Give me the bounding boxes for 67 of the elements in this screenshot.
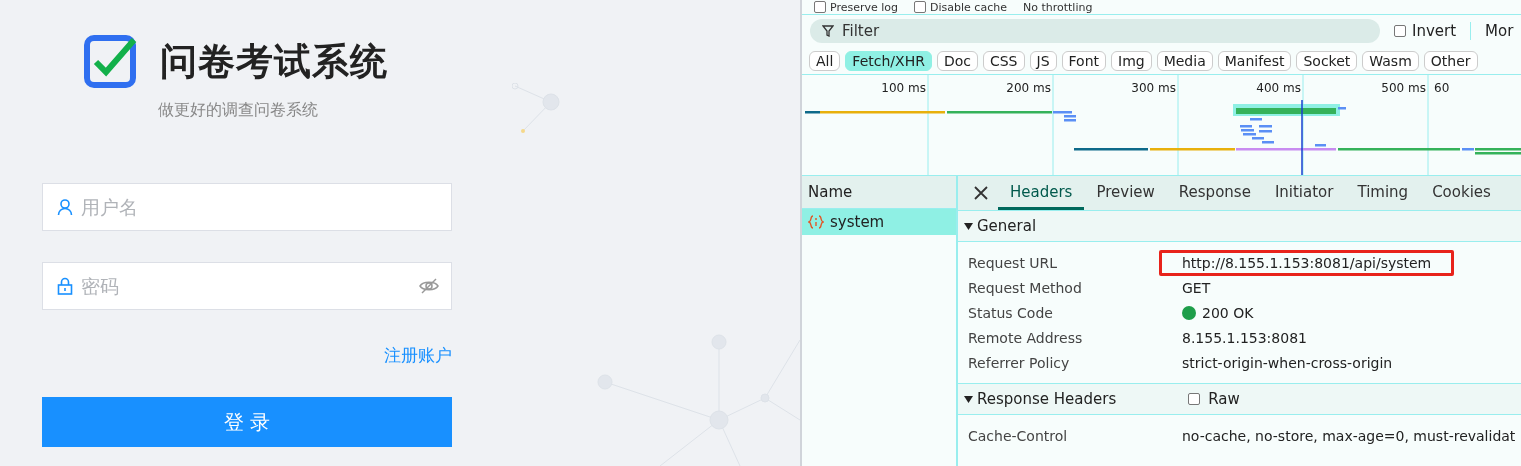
- time-tick-label: 500 ms: [1380, 81, 1427, 95]
- type-filter-chip[interactable]: Doc: [936, 51, 978, 71]
- user-icon: [57, 198, 73, 216]
- password-input[interactable]: 密码: [79, 274, 413, 298]
- header-value: GET: [1182, 279, 1211, 296]
- time-tick-label: 200 ms: [1005, 81, 1052, 95]
- filter-placeholder: Filter: [842, 22, 880, 40]
- filter-field[interactable]: Filter: [810, 19, 1380, 43]
- time-tick-label: 60: [1433, 81, 1451, 95]
- section-title: Response Headers: [977, 390, 1117, 408]
- type-filter-chip[interactable]: Font: [1061, 51, 1106, 71]
- checkbox[interactable]: [1188, 393, 1201, 405]
- header-name: Request URL: [968, 254, 1059, 271]
- network-decoration-drawing: [512, 83, 560, 134]
- app-subtitle: 做更好的调查问卷系统: [158, 100, 319, 121]
- throttling-select[interactable]: No throttling: [1022, 0, 1093, 14]
- time-tick-label: 300 ms: [1130, 81, 1177, 95]
- checkbox[interactable]: [1394, 25, 1406, 37]
- time-tick-label: 400 ms: [1255, 81, 1302, 95]
- lock-icon: [57, 277, 73, 295]
- detail-tab[interactable]: Cookies: [1420, 176, 1503, 210]
- checkbox[interactable]: [914, 1, 927, 13]
- detail-tab[interactable]: Preview: [1084, 176, 1167, 210]
- header-value: http://8.155.1.153:8081/api/system: [1159, 249, 1455, 276]
- request-name: system: [830, 213, 885, 231]
- type-filter-chip[interactable]: All: [809, 51, 841, 71]
- header-value: strict-origin-when-cross-origin: [1182, 354, 1393, 371]
- type-filter-chip[interactable]: Wasm: [1362, 51, 1419, 71]
- type-filter-chip[interactable]: Media: [1156, 51, 1213, 71]
- header-name: Cache-Control: [968, 427, 1069, 444]
- checkbox-label: Invert: [1412, 22, 1457, 40]
- request-row[interactable]: system: [802, 209, 956, 235]
- type-filter-chip[interactable]: Manifest: [1217, 51, 1292, 71]
- password-field[interactable]: 密码: [42, 262, 452, 310]
- type-filter-chip[interactable]: Fetch/XHR: [845, 51, 932, 71]
- header-name: Request Method: [968, 279, 1083, 296]
- header-name: Status Code: [968, 304, 1054, 321]
- detail-tab[interactable]: Initiator: [1262, 176, 1346, 210]
- checkbox-logo-icon: [84, 34, 138, 90]
- header-value: no-cache, no-store, max-age=0, must-revalidat: [1182, 427, 1516, 444]
- header-value: 8.155.1.153:8081: [1182, 329, 1307, 346]
- checkbox-label: Raw: [1208, 390, 1240, 408]
- funnel-icon: [822, 25, 834, 37]
- checkbox-label: Disable cache: [930, 0, 1007, 14]
- detail-tab[interactable]: Response: [1166, 176, 1263, 210]
- app-title: 问卷考试系统: [160, 39, 388, 85]
- time-tick-label: 100 ms: [880, 81, 927, 95]
- type-filter-chip[interactable]: Img: [1111, 51, 1152, 71]
- checkbox-label: Preserve log: [830, 0, 899, 14]
- type-filter-chip[interactable]: Socket: [1296, 51, 1358, 71]
- name-column-header: Name: [802, 176, 956, 209]
- detail-tab[interactable]: Timing: [1345, 176, 1421, 210]
- username-input[interactable]: 用户名: [79, 195, 439, 219]
- braces-icon: [808, 215, 824, 229]
- header-name: Remote Address: [968, 329, 1084, 346]
- header-value: 200 OK: [1182, 304, 1254, 321]
- more-filters-button[interactable]: Mor: [1485, 22, 1514, 40]
- username-field[interactable]: 用户名: [42, 183, 452, 231]
- header-name: Referrer Policy: [968, 354, 1071, 371]
- caret-icon[interactable]: [964, 221, 973, 231]
- section-title: General: [977, 217, 1037, 235]
- caret-icon[interactable]: [964, 394, 973, 404]
- checkbox[interactable]: [814, 1, 826, 13]
- type-filter-chip[interactable]: JS: [1029, 51, 1057, 71]
- hidden-eye-icon[interactable]: [419, 277, 439, 295]
- type-filter-chip[interactable]: CSS: [982, 51, 1025, 71]
- type-filter-chip[interactable]: Other: [1423, 51, 1478, 71]
